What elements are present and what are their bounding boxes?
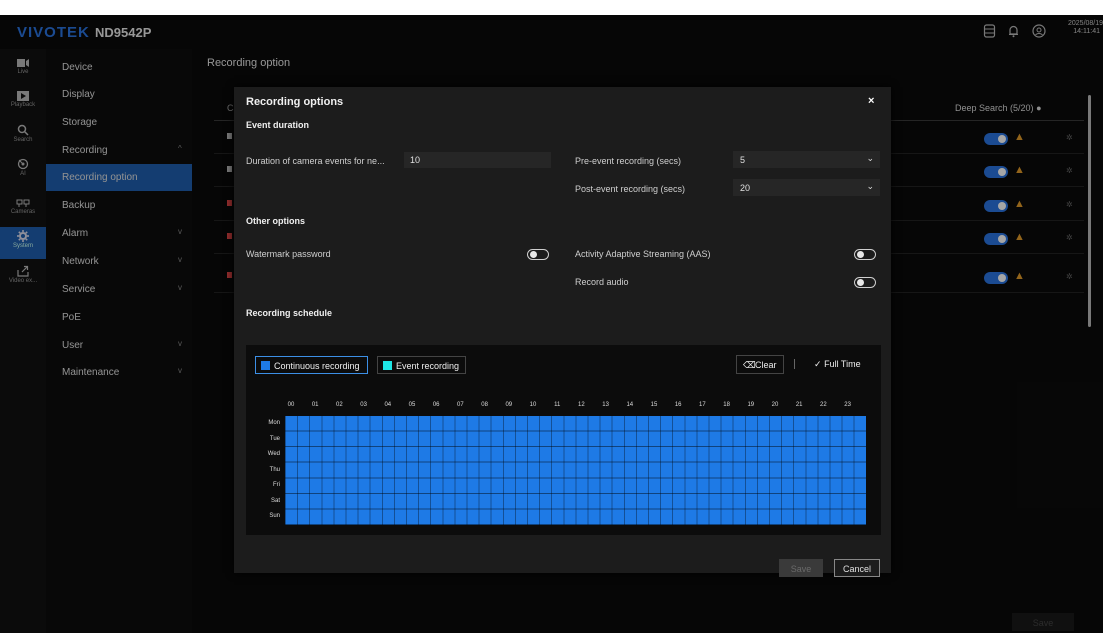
watermark-toggle[interactable] [527, 249, 549, 260]
dialog-title: Recording options [246, 96, 344, 108]
hour-label: 01 [311, 402, 319, 408]
hour-label: 11 [554, 402, 561, 408]
hour-label: 17 [699, 402, 706, 408]
schedule-heading: Recording schedule [246, 308, 333, 318]
day-label: Mon [268, 420, 280, 426]
divider [794, 359, 795, 369]
hour-label: 00 [287, 402, 295, 408]
hour-label: 04 [384, 402, 392, 408]
event-swatch [383, 361, 392, 370]
continuous-recording-button[interactable]: Continuous recording [255, 356, 368, 374]
other-options-heading: Other options [246, 216, 305, 226]
hour-label: 16 [674, 402, 682, 408]
chevron-down-icon: ⌄ [866, 181, 874, 191]
legend-label: Event recording [396, 361, 460, 371]
hour-label: 06 [432, 402, 440, 408]
event-duration-heading: Event duration [246, 120, 310, 130]
hour-label: 19 [747, 402, 755, 408]
duration-input[interactable] [404, 152, 551, 168]
pre-event-label: Pre-event recording (secs) [575, 156, 682, 166]
schedule-panel: Continuous recording Event recording ⌫ C… [246, 345, 881, 535]
day-label: Sat [270, 497, 280, 504]
save-button[interactable]: Save [779, 559, 823, 577]
continuous-swatch [261, 361, 270, 370]
hour-label: 02 [336, 402, 343, 408]
aas-toggle[interactable] [854, 249, 876, 260]
hour-label: 15 [650, 402, 658, 408]
record-audio-toggle[interactable] [854, 277, 876, 288]
day-label: Thu [269, 466, 280, 473]
day-label: Tue [269, 435, 280, 442]
full-time-label: Full Time [824, 359, 861, 369]
cancel-button[interactable]: Cancel [834, 559, 880, 577]
hour-label: 20 [771, 402, 779, 408]
duration-label: Duration of camera events for ne... [246, 156, 385, 166]
legend-label: Continuous recording [274, 361, 360, 371]
close-icon[interactable]: × [868, 95, 874, 107]
hour-label: 10 [529, 402, 537, 408]
hour-label: 14 [626, 402, 634, 408]
hour-label: 12 [578, 402, 585, 408]
record-audio-label: Record audio [575, 277, 629, 287]
hour-label: 22 [820, 402, 827, 408]
clear-button[interactable]: ⌫ Clear [736, 355, 784, 374]
day-label: Wed [267, 451, 280, 458]
full-time-button[interactable]: ✓ Full Time [814, 359, 861, 370]
check-icon: ✓ [814, 359, 822, 369]
schedule-grid[interactable] [285, 416, 866, 525]
app-screen: VIVOTEK ND9542P 2025/08/19 14:11:41 Live… [0, 15, 1103, 633]
watermark-label: Watermark password [246, 249, 331, 259]
post-event-select[interactable]: 20 ⌄ [733, 179, 880, 196]
clear-label: Clear [755, 360, 777, 370]
chevron-down-icon: ⌄ [866, 153, 874, 163]
hour-label: 07 [457, 402, 464, 408]
eraser-icon: ⌫ [743, 360, 756, 370]
post-event-value: 20 [740, 183, 751, 193]
hour-label: 13 [602, 402, 609, 408]
hour-label: 03 [360, 402, 367, 408]
pre-event-select[interactable]: 5 ⌄ [733, 151, 880, 168]
hour-label: 23 [844, 402, 851, 408]
hour-label: 18 [723, 402, 730, 408]
hour-label: 05 [408, 402, 416, 408]
event-recording-button[interactable]: Event recording [377, 356, 466, 374]
hour-label: 09 [505, 402, 513, 408]
pre-event-value: 5 [740, 155, 746, 165]
recording-options-dialog: Recording options × Event duration Durat… [234, 87, 891, 577]
post-event-label: Post-event recording (secs) [575, 184, 686, 194]
hour-label: 21 [795, 402, 803, 408]
day-label: Fri [273, 482, 280, 489]
aas-label: Activity Adaptive Streaming (AAS) [575, 249, 711, 259]
day-label: Sun [269, 513, 280, 520]
hour-label: 08 [481, 402, 488, 408]
